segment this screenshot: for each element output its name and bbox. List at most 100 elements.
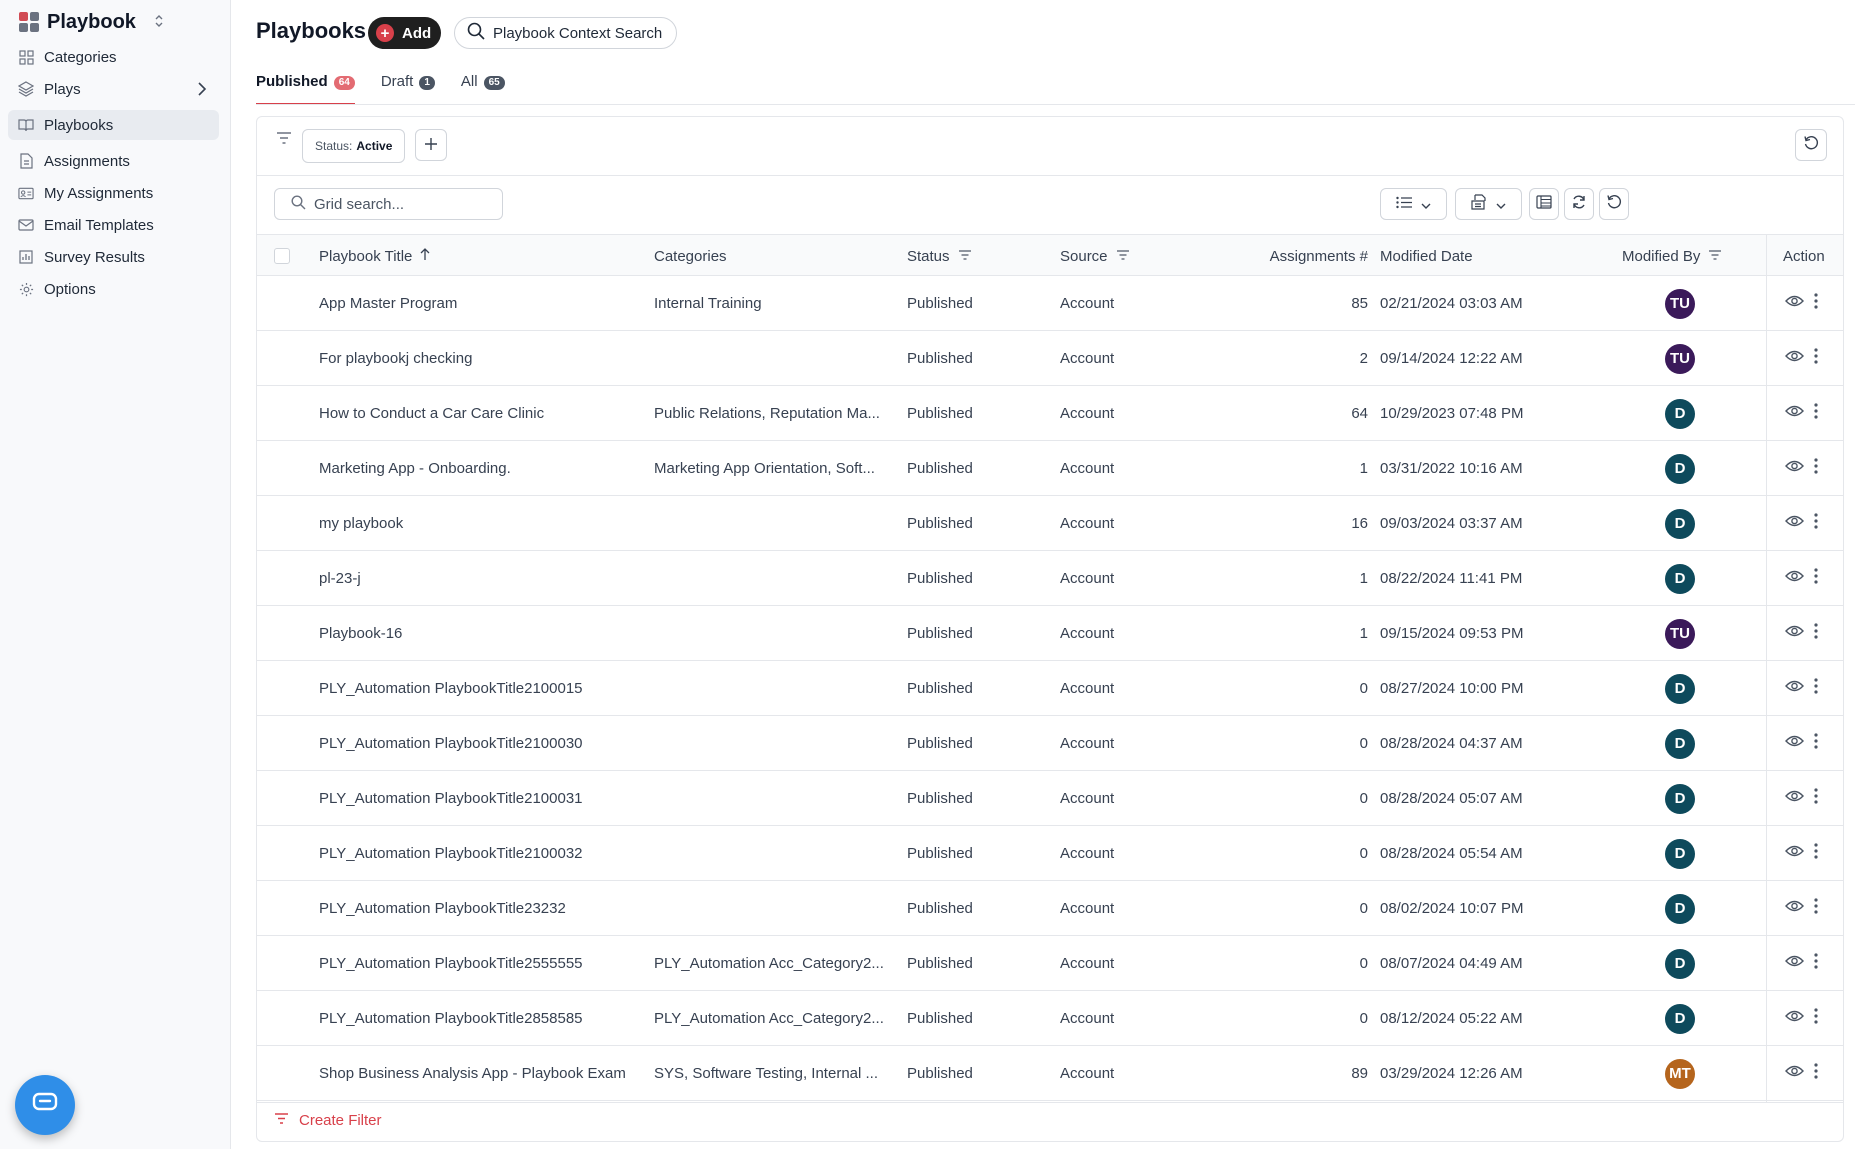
tab-draft[interactable]: Draft 1 (381, 73, 435, 105)
filter-icon[interactable] (1116, 248, 1130, 265)
view-icon[interactable] (1785, 404, 1804, 422)
playbook-title-cell[interactable]: How to Conduct a Car Care Clinic (319, 386, 639, 441)
playbook-title-cell[interactable]: Playbook-16 (319, 606, 639, 661)
sidebar-item-assignments[interactable]: Assignments (8, 146, 219, 176)
column-header-status[interactable]: Status (907, 235, 972, 277)
playbook-title-cell[interactable]: PLY_Automation PlaybookTitle2100031 (319, 771, 639, 826)
sidebar-item-options[interactable]: Options (8, 274, 219, 304)
sidebar-item-playbooks[interactable]: Playbooks (8, 110, 219, 140)
sidebar-item-my-assignments[interactable]: My Assignments (8, 178, 219, 208)
column-header-source[interactable]: Source (1060, 235, 1130, 277)
table-row[interactable]: PLY_Automation PlaybookTitle2858585 PLY_A… (257, 991, 1843, 1046)
playbook-title-cell[interactable]: Marketing App - Onboarding. (319, 441, 639, 496)
reset-grid-button[interactable] (1599, 188, 1629, 220)
view-icon[interactable] (1785, 349, 1804, 367)
table-row[interactable]: Shop Business Analysis App - Playbook Ex… (257, 1046, 1843, 1101)
more-actions-icon[interactable] (1814, 1007, 1818, 1029)
more-actions-icon[interactable] (1814, 897, 1818, 919)
playbook-context-search-button[interactable]: Playbook Context Search (454, 17, 677, 49)
playbook-title-cell[interactable]: my playbook (319, 496, 639, 551)
view-icon[interactable] (1785, 1009, 1804, 1027)
playbook-title-cell[interactable]: PLY_Automation PlaybookTitle2858585 (319, 991, 639, 1046)
more-actions-icon[interactable] (1814, 402, 1818, 424)
view-options-dropdown[interactable] (1380, 188, 1447, 220)
categories-cell (654, 716, 899, 771)
more-actions-icon[interactable] (1814, 457, 1818, 479)
table-row[interactable]: PLY_Automation PlaybookTitle2100030 Publi… (257, 716, 1843, 771)
table-row[interactable]: How to Conduct a Car Care Clinic Public R… (257, 386, 1843, 441)
view-icon[interactable] (1785, 294, 1804, 312)
avatar: D (1665, 728, 1695, 759)
app-switcher[interactable]: Playbook (19, 6, 164, 38)
select-all-checkbox[interactable] (274, 248, 290, 264)
add-playbook-button[interactable]: + Add (368, 17, 441, 49)
sidebar-item-email-templates[interactable]: Email Templates (8, 210, 219, 240)
view-icon[interactable] (1785, 844, 1804, 862)
view-icon[interactable] (1785, 624, 1804, 642)
more-actions-icon[interactable] (1814, 567, 1818, 589)
view-icon[interactable] (1785, 514, 1804, 532)
playbook-title-cell[interactable]: PLY_Automation PlaybookTitle2100030 (319, 716, 639, 771)
column-chooser-button[interactable] (1529, 188, 1559, 220)
tab-published[interactable]: Published 64 (256, 73, 355, 105)
column-header-assignments[interactable]: Assignments # (1217, 235, 1368, 277)
table-row[interactable]: PLY_Automation PlaybookTitle2100031 Publi… (257, 771, 1843, 826)
refresh-button[interactable] (1564, 188, 1594, 220)
view-icon[interactable] (1785, 569, 1804, 587)
more-actions-icon[interactable] (1814, 347, 1818, 369)
filter-icon[interactable] (276, 131, 292, 149)
table-row[interactable]: PLY_Automation PlaybookTitle2100032 Publi… (257, 826, 1843, 881)
view-icon[interactable] (1785, 459, 1804, 477)
view-icon[interactable] (1785, 1064, 1804, 1082)
column-header-categories[interactable]: Categories (654, 235, 727, 277)
grid-search-input[interactable] (314, 195, 484, 213)
sidebar-item-categories[interactable]: Categories (8, 42, 219, 72)
filter-icon[interactable] (958, 248, 972, 265)
playbook-title-cell[interactable]: PLY_Automation PlaybookTitle2555555 (319, 936, 639, 991)
playbook-title-cell[interactable]: Shop Business Analysis App - Playbook Ex… (319, 1046, 639, 1101)
view-icon[interactable] (1785, 679, 1804, 697)
table-row[interactable]: pl-23-j Published Account 1 08/22/2024 11:41… (257, 551, 1843, 606)
export-dropdown[interactable] (1455, 188, 1522, 220)
more-actions-icon[interactable] (1814, 842, 1818, 864)
more-actions-icon[interactable] (1814, 622, 1818, 644)
reset-filters-button[interactable] (1795, 129, 1827, 161)
column-header-modified-by[interactable]: Modified By (1622, 235, 1722, 277)
column-header-title[interactable]: Playbook Title (319, 235, 430, 277)
more-actions-icon[interactable] (1814, 512, 1818, 534)
table-row[interactable]: Playbook-16 Published Account 1 09/15/2024 0… (257, 606, 1843, 661)
table-row[interactable]: PLY_Automation PlaybookTitle2100015 Publi… (257, 661, 1843, 716)
more-actions-icon[interactable] (1814, 677, 1818, 699)
playbook-title-cell[interactable]: PLY_Automation PlaybookTitle2100015 (319, 661, 639, 716)
table-row[interactable]: Marketing App - Onboarding. Marketing App… (257, 441, 1843, 496)
table-row[interactable]: For playbookj checking Published Account 2 0… (257, 331, 1843, 386)
chat-button[interactable] (15, 1075, 75, 1135)
table-row[interactable]: my playbook Published Account 16 09/03/2024 … (257, 496, 1843, 551)
column-header-modified-date[interactable]: Modified Date (1380, 235, 1473, 277)
add-filter-button[interactable] (415, 129, 447, 161)
table-row[interactable]: App Master Program Internal Training Publi… (257, 276, 1843, 331)
chevron-right-icon[interactable] (197, 81, 207, 101)
sidebar-item-plays[interactable]: Plays (8, 74, 219, 104)
playbook-title-cell[interactable]: PLY_Automation PlaybookTitle2100032 (319, 826, 639, 881)
playbook-title-cell[interactable]: pl-23-j (319, 551, 639, 606)
playbook-title-cell[interactable]: App Master Program (319, 276, 639, 331)
more-actions-icon[interactable] (1814, 732, 1818, 754)
playbook-title-cell[interactable]: PLY_Automation PlaybookTitle23232 (319, 881, 639, 936)
view-icon[interactable] (1785, 954, 1804, 972)
tab-all[interactable]: All 65 (461, 73, 505, 105)
more-actions-icon[interactable] (1814, 787, 1818, 809)
more-actions-icon[interactable] (1814, 952, 1818, 974)
status-filter-chip[interactable]: Status: Active (302, 129, 406, 163)
sidebar-item-survey-results[interactable]: Survey Results (8, 242, 219, 272)
playbook-title-cell[interactable]: For playbookj checking (319, 331, 639, 386)
view-icon[interactable] (1785, 734, 1804, 752)
table-row[interactable]: PLY_Automation PlaybookTitle23232 Publish… (257, 881, 1843, 936)
view-icon[interactable] (1785, 789, 1804, 807)
table-row[interactable]: PLY_Automation PlaybookTitle2555555 PLY_A… (257, 936, 1843, 991)
view-icon[interactable] (1785, 899, 1804, 917)
more-actions-icon[interactable] (1814, 292, 1818, 314)
more-actions-icon[interactable] (1814, 1062, 1818, 1084)
filter-icon[interactable] (1708, 248, 1722, 265)
create-filter-button[interactable]: Create Filter (274, 1105, 382, 1135)
